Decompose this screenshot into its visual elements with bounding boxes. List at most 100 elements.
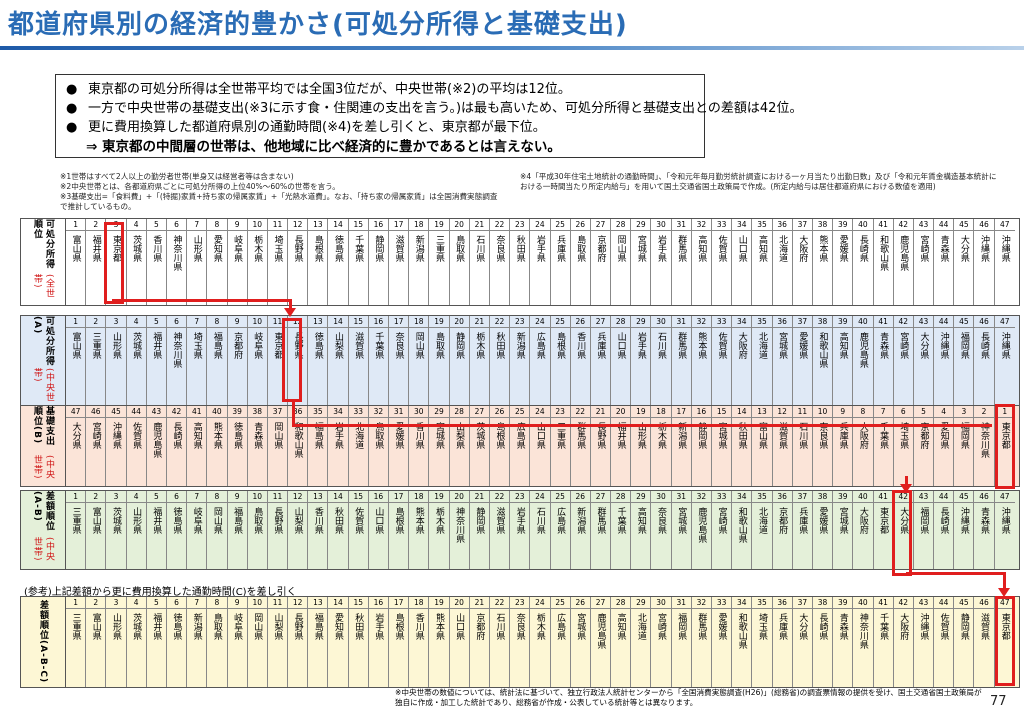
prefecture-name: 青森県: [878, 332, 889, 359]
rank-number: 10: [247, 219, 267, 231]
rank-number: 4: [126, 316, 146, 328]
rank-cell: 21 京都府: [469, 597, 490, 687]
rank-cell: 9 京都府: [227, 316, 248, 405]
rank-cell: 41 東京都: [873, 491, 894, 569]
rank-cell: 40 大阪府: [853, 491, 874, 569]
summary-bullet: ● 東京都の可処分所得は全世帯平均では全国3位だが、中央世帯(※2)の平均は12位…: [66, 82, 571, 97]
prefecture-name: 静岡県: [696, 422, 707, 449]
rank-number: 47: [994, 491, 1015, 503]
rank-number: 24: [530, 406, 550, 418]
rank-number: 35: [752, 491, 772, 503]
arrow-line: [292, 402, 295, 424]
rank-number: 46: [974, 219, 994, 231]
rank-number: 21: [469, 597, 489, 609]
rank-number: 7: [187, 597, 207, 609]
prefecture-name: 鹿児島県: [857, 332, 868, 368]
rank-cell: 15 滋賀県: [348, 316, 369, 405]
rank-cell: 27 茨城県: [469, 406, 490, 486]
prefecture-name: 鳥取県: [454, 235, 465, 262]
rank-number: 24: [530, 219, 550, 231]
rank-cell: 43 沖縄県: [913, 597, 935, 687]
row-label-sub: (全世帯): [32, 274, 54, 299]
rank-cell: 11 山梨県: [267, 597, 289, 687]
prefecture-name: 長野県: [292, 613, 303, 640]
rank-cell: 29 宮城県: [631, 219, 652, 305]
prefecture-name: 愛媛県: [797, 332, 808, 359]
rank-number: 16: [368, 219, 388, 231]
prefecture-name: 岩手県: [635, 332, 646, 359]
rank-number: 33: [712, 491, 732, 503]
prefecture-name: 滋賀県: [979, 613, 990, 640]
row-label-text: 可処分所得(A): [32, 316, 54, 366]
rank-number: 27: [590, 219, 611, 231]
rank-number: 19: [429, 219, 449, 231]
rank-cell: 37 愛媛県: [792, 316, 813, 405]
rank-number: 20: [449, 219, 469, 231]
rank-number: 14: [328, 316, 348, 328]
rank-number: 25: [550, 316, 570, 328]
prefecture-name: 岩手県: [514, 507, 525, 534]
rank-number: 35: [752, 316, 772, 328]
prefecture-name: 埼玉県: [191, 332, 202, 359]
prefecture-name: 石川県: [474, 235, 485, 262]
rank-number: 33: [712, 219, 732, 231]
rank-cell: 37 岡山県: [267, 406, 289, 486]
prefecture-name: 岐阜県: [232, 613, 243, 640]
prefecture-name: 宮城県: [777, 332, 788, 359]
prefecture-name: 新潟県: [514, 332, 525, 359]
rank-cell: 3 茨城県: [106, 491, 127, 569]
rank-number: 32: [691, 597, 711, 609]
prefecture-name: 沖縄県: [999, 332, 1010, 359]
prefecture-name: 和歌山県: [878, 235, 889, 271]
rank-cell: 25 広島県: [550, 597, 571, 687]
rank-cell: 16 静岡県: [368, 219, 389, 305]
arrow-line: [112, 299, 292, 302]
prefecture-name: 茨城県: [131, 613, 142, 640]
prefecture-name: 福島県: [312, 422, 323, 449]
rank-number: 23: [510, 219, 530, 231]
prefecture-name: 山口県: [736, 235, 747, 262]
rank-cell: 7 新潟県: [187, 597, 208, 687]
rank-cell: 14 愛知県: [328, 597, 349, 687]
rank-columns: 1 三重県 2 富山県 3 茨城県 4 山形県 5 福井県 6 徳島県 7 岐阜県 8 岡山県 9 福島県 10 鳥取…: [66, 491, 1019, 569]
rank-number: 38: [812, 316, 833, 328]
prefecture-name: 島取県: [575, 235, 586, 262]
rank-number: 14: [732, 406, 752, 418]
prefecture-name: 山形県: [635, 422, 646, 449]
prefecture-name: 和歌山県: [736, 613, 747, 649]
rank-number: 22: [570, 406, 590, 418]
rank-cell: 21 栃木県: [469, 316, 490, 405]
rank-number: 34: [732, 316, 752, 328]
row-label: 基礎支出順位(B) (中央世帯): [21, 406, 66, 486]
rank-number: 8: [207, 316, 227, 328]
rank-number: 15: [348, 597, 368, 609]
rank-number: 28: [611, 219, 631, 231]
rank-cell: 23 奈良県: [510, 597, 531, 687]
rank-cell: 38 長崎県: [812, 597, 834, 687]
prefecture-name: 鹿児島県: [595, 613, 606, 649]
rank-cell: 1 富山県: [66, 316, 87, 405]
rank-cell: 24 山口県: [530, 406, 551, 486]
rank-number: 35: [752, 597, 772, 609]
rank-number: 46: [974, 316, 994, 328]
prefecture-name: 沖縄県: [999, 507, 1010, 534]
rank-cell: 24 広島県: [530, 316, 551, 405]
rank-number: 14: [328, 219, 348, 231]
rank-number: 23: [510, 316, 530, 328]
rank-number: 13: [308, 597, 328, 609]
rank-cell: 41 高知県: [187, 406, 208, 486]
rank-cell: 28 山口県: [611, 316, 632, 405]
prefecture-name: 福岡県: [958, 422, 969, 449]
rank-cell: 21 石川県: [469, 219, 490, 305]
rank-cell: 45 静岡県: [954, 597, 975, 687]
rank-number: 27: [590, 316, 611, 328]
prefecture-name: 京都府: [777, 507, 788, 534]
rank-number: 17: [389, 316, 409, 328]
rank-number: 41: [873, 219, 893, 231]
prefecture-name: 徳島県: [232, 422, 243, 449]
rank-cell: 13 福島県: [308, 597, 329, 687]
rank-cell: 14 徳島県: [328, 219, 349, 305]
prefecture-name: 福井県: [151, 613, 162, 640]
rank-cell: 16 静岡県: [691, 406, 712, 486]
prefecture-name: 三重県: [433, 235, 444, 262]
